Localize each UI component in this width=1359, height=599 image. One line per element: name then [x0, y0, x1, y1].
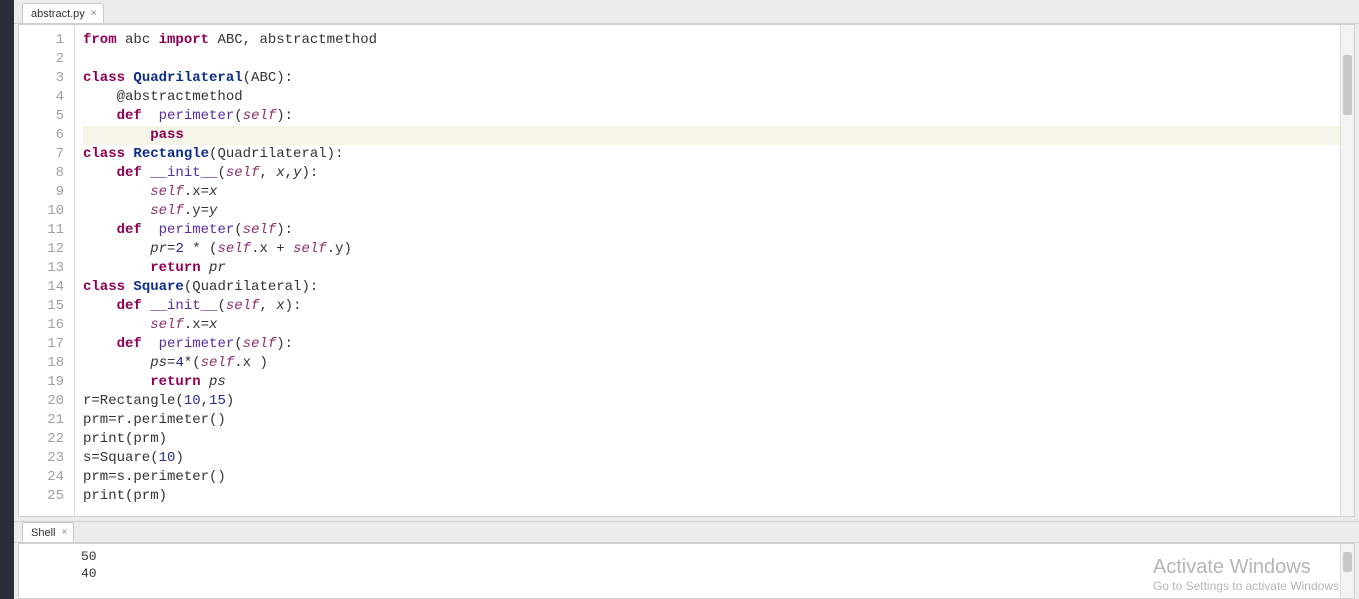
code-line[interactable]: pr=2 * (self.x + self.y) [83, 240, 1354, 259]
ide-left-strip [0, 0, 14, 599]
line-number-gutter: 1234567891011121314151617181920212223242… [19, 25, 75, 516]
code-line[interactable]: def perimeter(self): [83, 335, 1354, 354]
shell-tab[interactable]: Shell × [22, 522, 74, 542]
code-line[interactable]: return pr [83, 259, 1354, 278]
code-line[interactable]: class Quadrilateral(ABC): [83, 69, 1354, 88]
code-line[interactable]: ps=4*(self.x ) [83, 354, 1354, 373]
code-line[interactable]: def perimeter(self): [83, 221, 1354, 240]
scrollbar-thumb[interactable] [1343, 55, 1352, 115]
code-line[interactable]: class Square(Quadrilateral): [83, 278, 1354, 297]
editor-tab-label: abstract.py [31, 8, 85, 20]
code-line[interactable]: prm=r.perimeter() [83, 411, 1354, 430]
code-line[interactable]: def perimeter(self): [83, 107, 1354, 126]
shell-output: 5040 [75, 544, 1354, 598]
code-line[interactable]: s=Square(10) [83, 449, 1354, 468]
code-area[interactable]: from abc import ABC, abstractmethod clas… [75, 25, 1354, 516]
editor-tabbar: abstract.py × [14, 0, 1359, 24]
scrollbar-thumb[interactable] [1343, 552, 1352, 572]
code-line[interactable]: def __init__(self, x): [83, 297, 1354, 316]
code-line[interactable]: prm=s.perimeter() [83, 468, 1354, 487]
shell-gutter [19, 544, 75, 598]
code-line[interactable]: self.y=y [83, 202, 1354, 221]
code-line[interactable]: r=Rectangle(10,15) [83, 392, 1354, 411]
close-icon[interactable]: × [91, 8, 97, 19]
editor-scrollbar[interactable] [1340, 25, 1354, 516]
shell-scrollbar[interactable] [1340, 544, 1354, 598]
code-line[interactable]: pass [83, 126, 1354, 145]
editor-tab-abstract[interactable]: abstract.py × [22, 3, 104, 23]
shell-tabbar: Shell × [14, 521, 1359, 543]
shell-body[interactable]: 5040 [18, 543, 1355, 599]
ide-main: abstract.py × 12345678910111213141516171… [14, 0, 1359, 599]
close-icon[interactable]: × [61, 527, 67, 538]
code-editor[interactable]: 1234567891011121314151617181920212223242… [18, 24, 1355, 517]
code-line[interactable]: return ps [83, 373, 1354, 392]
code-line[interactable]: @abstractmethod [83, 88, 1354, 107]
code-line[interactable]: self.x=x [83, 316, 1354, 335]
code-line[interactable] [83, 50, 1354, 69]
code-line[interactable]: class Rectangle(Quadrilateral): [83, 145, 1354, 164]
shell-panel: Shell × 5040 [14, 521, 1359, 599]
code-line[interactable]: from abc import ABC, abstractmethod [83, 31, 1354, 50]
code-line[interactable]: def __init__(self, x,y): [83, 164, 1354, 183]
code-line[interactable]: print(prm) [83, 487, 1354, 506]
code-line[interactable]: self.x=x [83, 183, 1354, 202]
code-line[interactable]: print(prm) [83, 430, 1354, 449]
shell-tab-label: Shell [31, 527, 55, 539]
